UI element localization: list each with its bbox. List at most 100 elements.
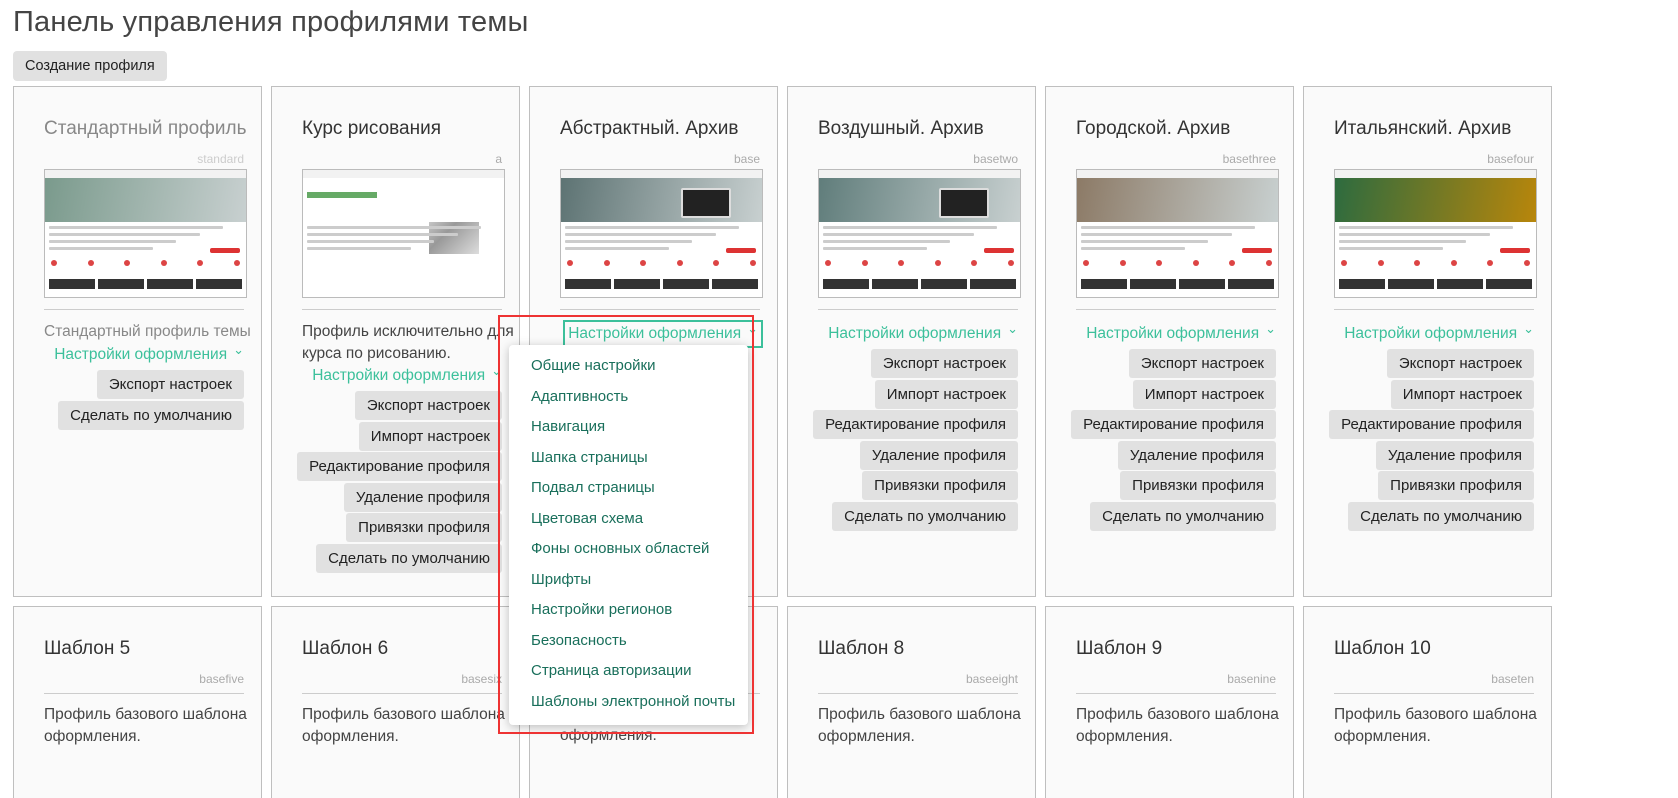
profile-action-button[interactable]: Сделать по умолчанию	[1090, 501, 1276, 531]
card-divider	[1076, 693, 1276, 694]
profile-action-button[interactable]: Привязки профиля	[1378, 471, 1534, 500]
chevron-down-icon: ⌄	[747, 321, 758, 336]
profile-title: Курс рисования	[302, 118, 442, 139]
template-code: basefive	[199, 672, 244, 686]
settings-menu-item[interactable]: Шаблоны электронной почты	[509, 687, 748, 718]
profile-thumbnail	[560, 169, 763, 298]
card-divider	[1334, 309, 1534, 310]
thumbnail-hero	[1335, 178, 1536, 222]
create-profile-button[interactable]: Создание профиля	[13, 51, 167, 81]
settings-dropdown-menu: Общие настройки Адаптивность Навигация Шапк…	[509, 345, 748, 725]
settings-link-label: Настройки оформления	[1086, 325, 1260, 342]
thumbnail-hero	[561, 178, 762, 222]
settings-link-label: Настройки оформления	[312, 367, 486, 384]
thumbnail-lines	[307, 226, 500, 254]
profile-action-button[interactable]: Редактирование профиля	[297, 452, 502, 481]
template-code: basenine	[1227, 672, 1276, 686]
thumbnail-dots	[51, 260, 240, 266]
profile-action-button[interactable]: Сделать по умолчанию	[316, 543, 502, 573]
profile-action-button[interactable]: Привязки профиля	[862, 471, 1018, 500]
settings-menu-item[interactable]: Адаптивность	[509, 382, 748, 413]
profile-action-button[interactable]: Сделать по умолчанию	[58, 400, 244, 430]
profile-actions: Настройки оформления ⌄ Экспорт настроек Имп…	[1329, 322, 1534, 532]
settings-menu-item[interactable]: Безопасность	[509, 626, 748, 657]
chevron-down-icon: ⌄	[233, 342, 244, 357]
profile-action-button[interactable]: Привязки профиля	[346, 513, 502, 542]
template-description: оформления.	[560, 727, 657, 744]
profile-action-button[interactable]: Экспорт настроек	[354, 391, 502, 420]
template-title: Шаблон 8	[818, 638, 905, 659]
template-card: Шаблон 6 basesix Профиль базового шаблона …	[271, 606, 520, 798]
profile-action-button[interactable]: Удаление профиля	[859, 440, 1018, 470]
template-card: Шаблон 10 baseten Профиль базового шаблона…	[1303, 606, 1552, 798]
profile-action-button[interactable]: Редактирование профиля	[1329, 410, 1534, 439]
appearance-settings-toggle[interactable]: Настройки оформления ⌄	[54, 342, 244, 366]
profile-thumbnail	[818, 169, 1021, 298]
profile-action-button[interactable]: Удаление профиля	[1375, 440, 1534, 470]
settings-menu-item[interactable]: Подвал страницы	[509, 473, 748, 504]
profile-action-button[interactable]: Удаление профиля	[343, 482, 502, 512]
profile-action-button[interactable]: Редактирование профиля	[1071, 410, 1276, 439]
settings-menu-item[interactable]: Фоны основных областей	[509, 534, 748, 565]
settings-menu-item[interactable]: Общие настройки	[509, 351, 748, 382]
profile-action-button[interactable]: Привязки профиля	[1120, 471, 1276, 500]
template-title: Шаблон 9	[1076, 638, 1163, 659]
thumbnail-dots	[825, 260, 1014, 266]
profile-card: Итальянский. Архив basefour Настройки офор…	[1303, 86, 1552, 597]
profile-action-button[interactable]: Экспорт настроек	[1386, 349, 1534, 378]
profile-title: Стандартный профиль	[44, 118, 247, 139]
profile-action-button[interactable]: Сделать по умолчанию	[832, 501, 1018, 531]
settings-menu-item[interactable]: Цветовая схема	[509, 504, 748, 535]
card-divider	[302, 309, 502, 310]
thumbnail-laptop	[939, 188, 989, 218]
profile-code: basetwo	[973, 152, 1018, 166]
settings-menu-item[interactable]: Страница авторизации	[509, 656, 748, 687]
profile-thumbnail	[44, 169, 247, 298]
thumbnail-red-button	[1242, 248, 1272, 253]
profile-action-button[interactable]: Удаление профиля	[1117, 440, 1276, 470]
thumbnail-dots	[1341, 260, 1530, 266]
thumbnail-hero	[45, 178, 246, 222]
profile-code: a	[495, 152, 502, 166]
thumbnail-dots	[567, 260, 756, 266]
thumbnail-tiles	[565, 279, 758, 289]
profile-card: Воздушный. Архив basetwo Настройки оформле…	[787, 86, 1036, 597]
profile-action-button[interactable]: Редактирование профиля	[813, 410, 1018, 439]
profile-action-button[interactable]: Импорт настроек	[358, 421, 502, 451]
profile-actions: Настройки оформления ⌄ Экспорт настроек Имп…	[1071, 321, 1276, 532]
profile-description: Стандартный профиль темы	[44, 323, 251, 340]
appearance-settings-toggle[interactable]: Настройки оформления ⌄	[312, 364, 502, 387]
appearance-settings-toggle[interactable]: Настройки оформления ⌄	[1344, 322, 1534, 345]
settings-menu-item[interactable]: Навигация	[509, 412, 748, 443]
template-card: Шаблон 8 baseeight Профиль базового шаблон…	[787, 606, 1036, 798]
thumbnail-topbar	[819, 170, 1020, 178]
template-description: Профиль базового шаблона оформления.	[1334, 706, 1537, 745]
profile-action-button[interactable]: Сделать по умолчанию	[1348, 501, 1534, 531]
profile-action-button[interactable]: Импорт настроек	[1390, 379, 1534, 409]
thumbnail-hero	[1077, 178, 1278, 222]
settings-menu-item[interactable]: Шрифты	[509, 565, 748, 596]
appearance-settings-toggle[interactable]: Настройки оформления ⌄	[828, 322, 1018, 345]
settings-menu-item[interactable]: Настройки регионов	[509, 595, 748, 626]
thumbnail-green-bar	[307, 192, 377, 198]
settings-link-label: Настройки оформления	[828, 325, 1002, 342]
profile-action-button[interactable]: Экспорт настроек	[870, 349, 1018, 378]
thumbnail-red-button	[1500, 248, 1530, 253]
thumbnail-topbar	[561, 170, 762, 178]
profile-title: Итальянский. Архив	[1334, 118, 1512, 139]
settings-menu-item[interactable]: Шапка страницы	[509, 443, 748, 474]
thumbnail-topbar	[1077, 170, 1278, 178]
card-divider	[818, 693, 1018, 694]
profile-title: Городской. Архив	[1076, 118, 1231, 139]
card-divider	[818, 309, 1018, 310]
appearance-settings-toggle[interactable]: Настройки оформления ⌄	[1086, 321, 1276, 345]
profile-card: Стандартный профиль standard Стандартный п…	[13, 86, 262, 597]
chevron-down-icon: ⌄	[1265, 321, 1276, 336]
appearance-settings-toggle[interactable]: Настройки оформления ⌄	[563, 320, 763, 348]
profile-card: Курс рисования a Профиль исключительно для…	[271, 86, 520, 597]
profile-action-button[interactable]: Экспорт настроек	[96, 370, 244, 399]
profile-action-button[interactable]: Импорт настроек	[874, 379, 1018, 409]
template-card: Шаблон 5 basefive Профиль базового шаблона…	[13, 606, 262, 798]
profile-action-button[interactable]: Импорт настроек	[1132, 379, 1276, 409]
profile-action-button[interactable]: Экспорт настроек	[1128, 349, 1276, 378]
